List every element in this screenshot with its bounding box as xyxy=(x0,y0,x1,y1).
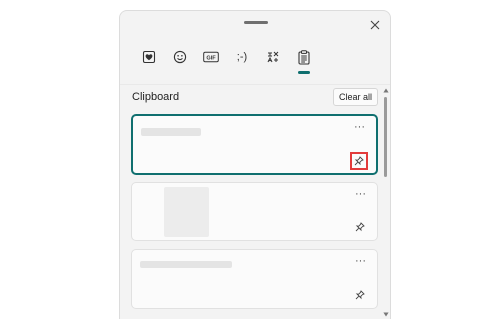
blurred-text xyxy=(140,261,232,268)
clipboard-icon xyxy=(298,49,310,65)
emoji-icon xyxy=(173,50,187,64)
tab-gif[interactable]: GIF xyxy=(196,45,226,69)
pin-button[interactable] xyxy=(351,218,369,236)
tab-emoji[interactable] xyxy=(165,45,195,69)
scroll-down-button[interactable] xyxy=(382,311,390,317)
more-options-button[interactable]: ··· xyxy=(355,256,366,268)
tab-symbols[interactable] xyxy=(258,45,288,69)
pin-icon xyxy=(355,290,365,300)
close-button[interactable] xyxy=(365,15,385,35)
emoji-clipboard-panel: GIF ;-) Clipboard Clear all ··· ··· ··· xyxy=(119,10,391,319)
selected-tab-indicator xyxy=(298,71,310,74)
scrollbar[interactable] xyxy=(382,87,390,319)
heart-note-icon xyxy=(142,50,156,64)
scroll-up-button[interactable] xyxy=(382,87,390,93)
gif-icon: GIF xyxy=(203,51,219,63)
blurred-image xyxy=(164,187,209,237)
svg-text:GIF: GIF xyxy=(206,56,216,62)
tab-kaomoji[interactable]: ;-) xyxy=(227,45,257,69)
pin-icon xyxy=(355,222,365,232)
clipboard-item[interactable]: ··· xyxy=(131,114,378,175)
drag-handle[interactable] xyxy=(244,21,268,24)
section-title: Clipboard xyxy=(132,91,180,103)
kaomoji-icon: ;-) xyxy=(236,51,248,63)
pin-button[interactable] xyxy=(350,152,368,170)
pin-icon xyxy=(354,156,364,166)
caret-down-icon xyxy=(383,312,389,316)
pin-button[interactable] xyxy=(351,286,369,304)
clipboard-item[interactable]: ··· xyxy=(131,182,378,241)
clear-all-button[interactable]: Clear all xyxy=(333,88,379,106)
tab-favorites[interactable] xyxy=(134,45,164,69)
symbols-icon xyxy=(267,51,279,63)
more-options-button[interactable]: ··· xyxy=(355,189,366,201)
more-options-button[interactable]: ··· xyxy=(354,122,365,134)
blurred-text xyxy=(141,128,201,136)
caret-up-icon xyxy=(383,88,389,92)
category-tabs: GIF ;-) xyxy=(134,45,320,77)
close-icon xyxy=(370,20,380,30)
clipboard-item[interactable]: ··· xyxy=(131,249,378,309)
tab-divider xyxy=(120,84,390,85)
scrollbar-thumb[interactable] xyxy=(384,97,387,177)
tab-clipboard[interactable] xyxy=(289,45,319,74)
